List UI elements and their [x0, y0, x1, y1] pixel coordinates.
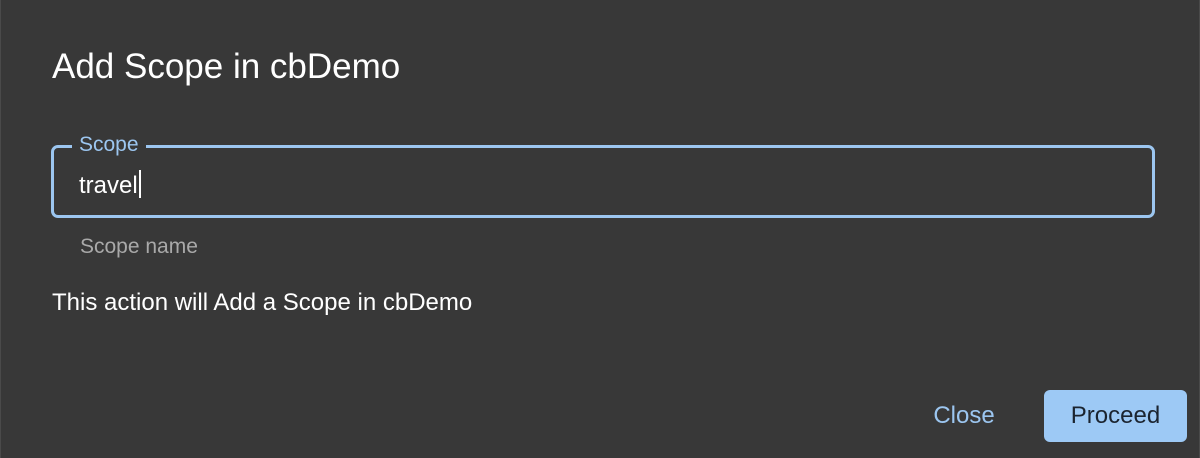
- scope-input-value: travel: [79, 172, 138, 199]
- close-button[interactable]: Close: [914, 392, 1014, 440]
- scope-field[interactable]: Scope travel: [51, 132, 1155, 218]
- dialog-title: Add Scope in cbDemo: [52, 47, 401, 86]
- proceed-button[interactable]: Proceed: [1044, 390, 1187, 442]
- scope-field-label: Scope: [72, 132, 146, 158]
- add-scope-dialog: Add Scope in cbDemo Scope travel Scope n…: [0, 0, 1200, 458]
- confirmation-message: This action will Add a Scope in cbDemo: [52, 289, 473, 316]
- text-caret: [138, 170, 141, 198]
- scope-field-helper-text: Scope name: [80, 235, 198, 258]
- scope-input[interactable]: travel: [79, 170, 141, 201]
